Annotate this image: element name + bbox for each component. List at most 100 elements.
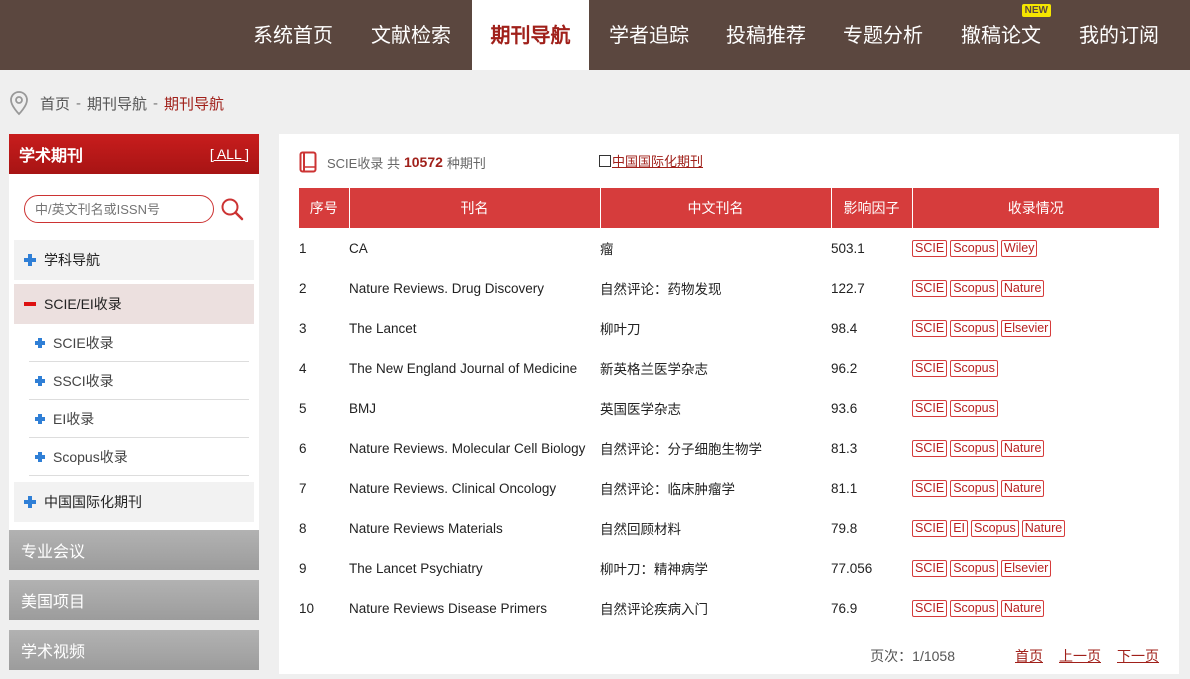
sub-item-label: Scopus收录 [53, 448, 128, 465]
page-info: 页次：1/1058 [870, 648, 955, 664]
section-academic-videos[interactable]: 学术视频 [9, 630, 259, 670]
info-prefix: SCIE收录 共 [327, 155, 400, 171]
cell-impact-factor: 76.9 [831, 600, 858, 616]
index-tag: SCIE [912, 479, 948, 497]
table-row[interactable]: 1 CA 瘤 503.1 SCIE Scopus Wiley [299, 228, 1159, 268]
index-tag: SCIE [912, 599, 948, 617]
cell-cn-name: 自然回顾材料 [600, 522, 681, 537]
cell-impact-factor: 77.056 [831, 560, 873, 576]
cell-indexing: SCIE Scopus Elsevier [912, 308, 1159, 348]
index-tag: SCIE [912, 399, 948, 417]
cell-indexing: SCIE Scopus Nature [912, 468, 1159, 508]
journal-search-input[interactable] [24, 195, 214, 223]
breadcrumb-journal-nav[interactable]: 期刊导航 [87, 93, 147, 114]
book-icon [299, 151, 317, 173]
index-tag: SCIE [912, 239, 948, 257]
cell-journal-name[interactable]: Nature Reviews. Clinical Oncology [349, 468, 600, 508]
plus-icon [35, 375, 45, 386]
nav-item-subscription[interactable]: 我的订阅 [1063, 0, 1175, 70]
table-row[interactable]: 6 Nature Reviews. Molecular Cell Biology 自… [299, 428, 1159, 468]
cell-journal-name[interactable]: The Lancet [349, 308, 600, 348]
category-label: SCIE/EI收录 [44, 296, 122, 312]
plus-icon [35, 451, 45, 462]
prev-page-link[interactable]: 上一页 [1059, 646, 1101, 666]
location-pin-icon [10, 91, 28, 116]
cell-indexing: SCIE Scopus Wiley [912, 228, 1159, 268]
plus-icon [35, 413, 45, 424]
cell-journal-name[interactable]: Nature Reviews Disease Primers [349, 588, 600, 628]
category-subject-nav[interactable]: 学科导航 [14, 240, 254, 280]
nav-item-scholar-track[interactable]: 学者追踪 [593, 0, 705, 70]
breadcrumb-current: 期刊导航 [164, 95, 225, 113]
table-row[interactable]: 2 Nature Reviews. Drug Discovery 自然评论：药物发现… [299, 268, 1159, 308]
index-tag: Elsevier [1000, 559, 1052, 577]
sub-item-ssci[interactable]: SSCI收录 [29, 362, 249, 400]
index-tag: Scopus [950, 239, 998, 257]
index-tag: SCIE [912, 519, 948, 537]
table-row[interactable]: 9 The Lancet Psychiatry 柳叶刀：精神病学 77.056 SCIE… [299, 548, 1159, 588]
section-conferences[interactable]: 专业会议 [9, 530, 259, 570]
cell-cn-name: 自然评论：药物发现 [600, 282, 722, 297]
cell-journal-name[interactable]: CA [349, 228, 600, 268]
index-tag: SCIE [912, 559, 948, 577]
breadcrumb-home[interactable]: 首页 [40, 93, 70, 114]
table-row[interactable]: 8 Nature Reviews Materials 自然回顾材料 79.8 SCIE E… [299, 508, 1159, 548]
pagination: 页次：1/1058 首页 上一页 下一页 [870, 644, 1159, 668]
journal-table: 序号 刊名 中文刊名 影响因子 收录情况 1 CA 瘤 503.1 SCIE Scopus… [299, 188, 1159, 628]
search-icon[interactable] [220, 197, 244, 221]
first-page-link[interactable]: 首页 [1015, 646, 1043, 666]
all-link[interactable]: [ ALL ] [210, 146, 249, 162]
table-row[interactable]: 3 The Lancet 柳叶刀 98.4 SCIE Scopus Elsevier [299, 308, 1159, 348]
cell-journal-name[interactable]: Nature Reviews Materials [349, 508, 600, 548]
cell-journal-name[interactable]: BMJ [349, 388, 600, 428]
index-tag: Scopus [950, 399, 998, 417]
cell-no: 9 [299, 560, 307, 576]
section-us-projects[interactable]: 美国项目 [9, 580, 259, 620]
sidebar: 学术期刊 [ ALL ] 学科导航 SCIE/EI收录 SCIE收录 SSCI收… [9, 134, 259, 670]
col-header-indexing: 收录情况 [912, 188, 1159, 228]
nav-item-submission[interactable]: 投稿推荐 [710, 0, 822, 70]
table-row[interactable]: 7 Nature Reviews. Clinical Oncology 自然评论：临… [299, 468, 1159, 508]
index-tag: Nature [1000, 279, 1045, 297]
table-row[interactable]: 4 The New England Journal of Medicine 新英格兰… [299, 348, 1159, 388]
intl-journal-filter[interactable]: 中国国际化期刊 [599, 151, 703, 170]
index-tag: EI [950, 519, 968, 537]
cell-indexing: SCIE EI Scopus Nature [912, 508, 1159, 548]
sidebar-title: 学术期刊 [19, 148, 84, 165]
intl-filter-checkbox[interactable] [599, 154, 611, 167]
intl-filter-label: 中国国际化期刊 [612, 154, 704, 169]
cell-journal-name[interactable]: The Lancet Psychiatry [349, 548, 600, 588]
table-header-row: 序号 刊名 中文刊名 影响因子 收录情况 [299, 188, 1159, 228]
cell-cn-name: 瘤 [600, 242, 614, 257]
col-header-name: 刊名 [349, 188, 601, 228]
category-intl-journals[interactable]: 中国国际化期刊 [14, 482, 254, 522]
index-tag: Nature [1000, 479, 1045, 497]
cell-impact-factor: 96.2 [831, 360, 858, 376]
cell-impact-factor: 503.1 [831, 240, 865, 256]
index-tag: Scopus [971, 519, 1019, 537]
index-tag: SCIE [912, 359, 948, 377]
nav-item-journal-nav[interactable]: 期刊导航 [472, 0, 589, 70]
cell-cn-name: 柳叶刀：精神病学 [600, 562, 708, 577]
sub-item-ei[interactable]: EI收录 [29, 400, 249, 438]
cell-journal-name[interactable]: The New England Journal of Medicine [349, 348, 600, 388]
nav-item-topic-analysis[interactable]: 专题分析 [827, 0, 939, 70]
sub-item-scie[interactable]: SCIE收录 [29, 324, 249, 362]
table-row[interactable]: 5 BMJ 英国医学杂志 93.6 SCIE Scopus [299, 388, 1159, 428]
next-page-link[interactable]: 下一页 [1117, 646, 1159, 666]
top-nav: 系统首页 文献检索 期刊导航 学者追踪 投稿推荐 专题分析 撤稿论文 NEW 我… [0, 0, 1190, 70]
cell-no: 4 [299, 360, 307, 376]
cell-journal-name[interactable]: Nature Reviews. Drug Discovery [349, 268, 600, 308]
nav-item-home[interactable]: 系统首页 [237, 0, 349, 70]
cell-cn-name: 柳叶刀 [600, 322, 641, 337]
cell-impact-factor: 81.1 [831, 480, 858, 496]
table-row[interactable]: 10 Nature Reviews Disease Primers 自然评论疾病入门… [299, 588, 1159, 628]
cell-no: 8 [299, 520, 307, 536]
cell-journal-name[interactable]: Nature Reviews. Molecular Cell Biology [349, 428, 600, 468]
cell-cn-name: 新英格兰医学杂志 [600, 362, 708, 377]
sub-item-scopus[interactable]: Scopus收录 [29, 438, 249, 476]
nav-item-search[interactable]: 文献检索 [355, 0, 467, 70]
category-scie-ei[interactable]: SCIE/EI收录 [14, 284, 254, 324]
nav-item-retracted[interactable]: 撤稿论文 NEW [945, 0, 1057, 70]
index-tag: Scopus [950, 279, 998, 297]
